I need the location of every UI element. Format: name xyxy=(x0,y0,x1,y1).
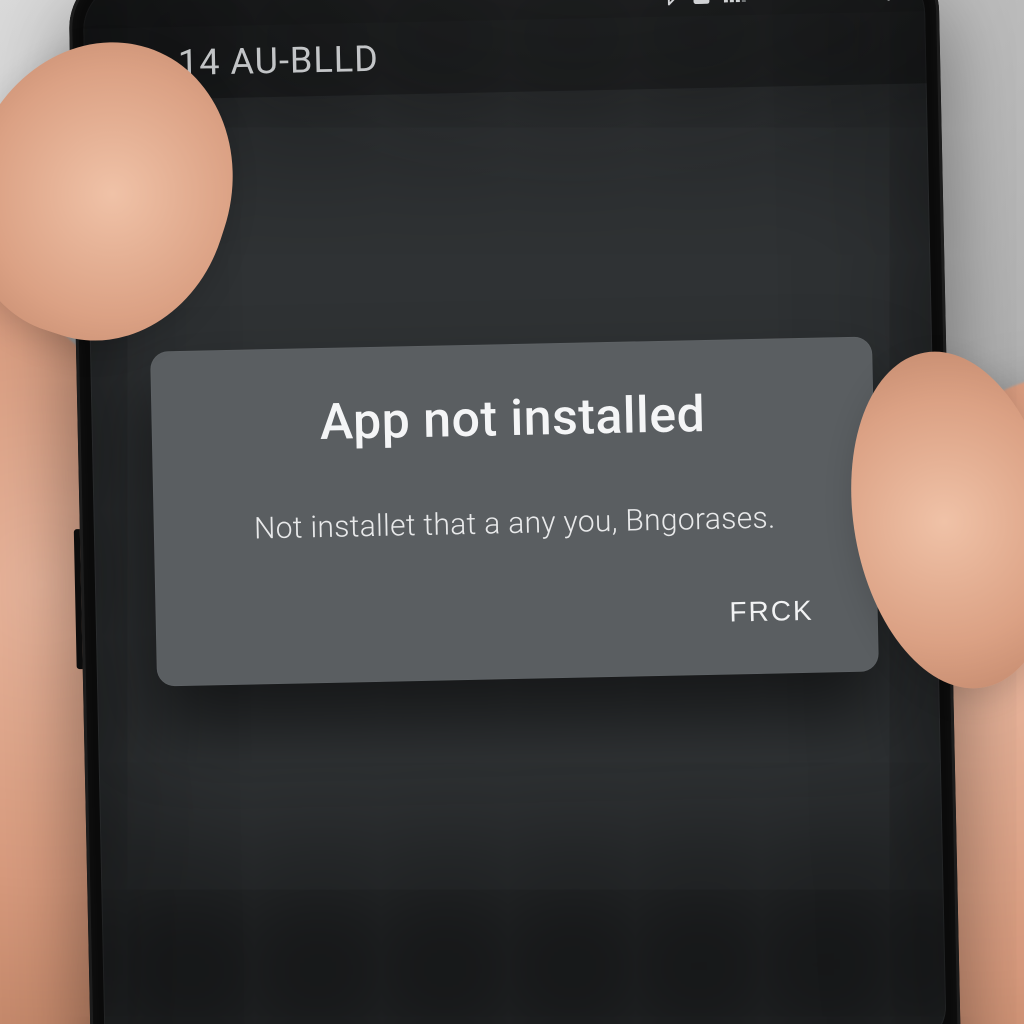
bluetooth-icon xyxy=(660,0,678,6)
status-clock: 1.:81op xyxy=(822,0,899,3)
dialog-title: App not installed xyxy=(203,384,822,455)
photo-backdrop: 1.:81op 14 AU-BLLD App not installed xyxy=(0,0,1024,1024)
alert-dialog: App not installed Not installet that a a… xyxy=(150,336,879,686)
dialog-confirm-button[interactable]: FRCK xyxy=(717,585,826,639)
page-title: 14 AU-BLLD xyxy=(178,38,380,84)
battery-icon xyxy=(760,0,802,2)
dialog-actions: FRCK xyxy=(207,585,826,650)
dialog-body: Not installet that a any you, Bngorases. xyxy=(205,500,824,548)
signal-icon xyxy=(724,0,746,3)
sim-icon xyxy=(692,0,710,4)
